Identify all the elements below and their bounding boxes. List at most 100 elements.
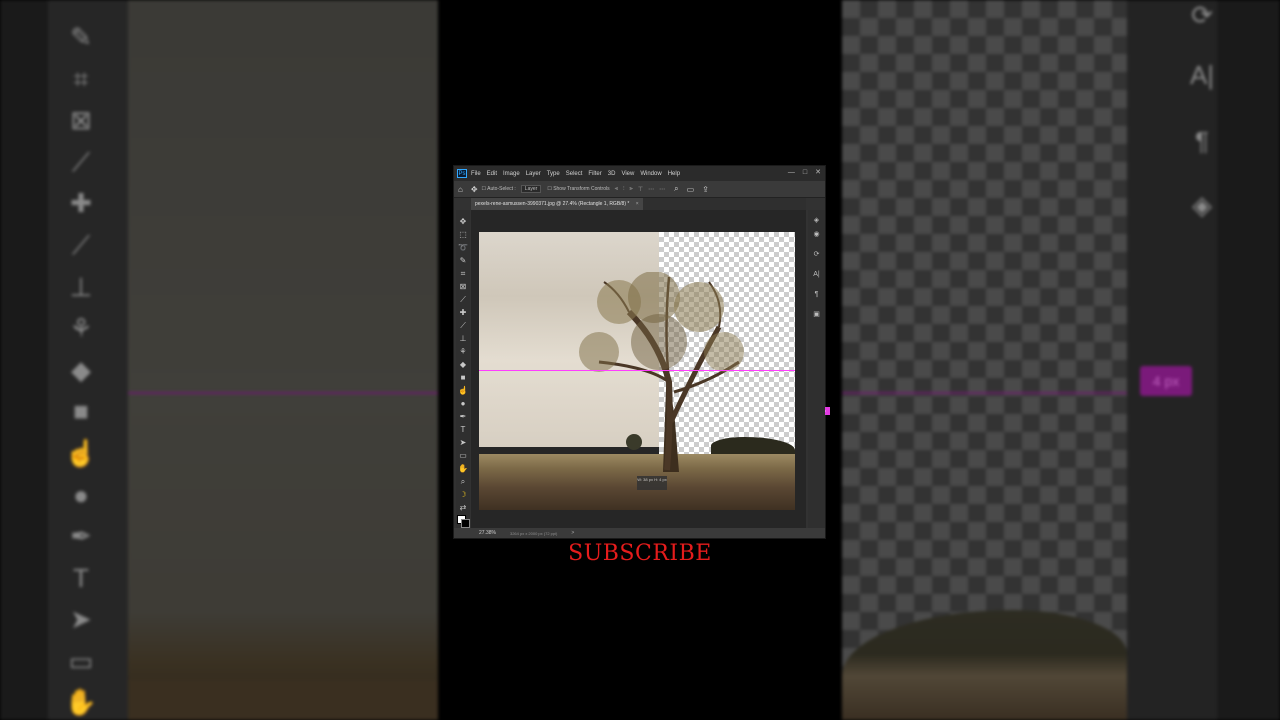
auto-select-checkbox[interactable]: ☐ Auto-Select : [482,186,516,192]
lasso-icon[interactable]: ➰ [456,242,470,254]
path-select-icon[interactable]: ➤ [456,437,470,449]
background-left: ✎ ⌗ ⊠ ⟋ ✚ ⟋ ⊥ ⚘ ◆ ■ ☝ ● ✒ T ➤ ▭ ✋ [0,0,438,720]
align-right-icon[interactable]: ⫸ [630,186,633,193]
maximize-button[interactable]: □ [803,168,807,178]
bg-gradient-icon: ■ [73,396,89,426]
zoom-level[interactable]: 27.38% [479,530,496,536]
align-center-icon[interactable]: ⫶ [623,186,625,193]
show-transform-label: Show Transform Controls [553,186,610,192]
menu-select[interactable]: Select [566,171,583,177]
minimize-button[interactable]: — [788,168,795,178]
character-icon[interactable]: A| [808,268,825,282]
document-size: 3264 px x 2000 px (72 ppi) [509,530,558,536]
distribute-icon[interactable]: ⋯ [648,186,654,193]
bg-rectangle-icon: ▭ [68,646,94,676]
bg-right-panel [1127,0,1217,720]
marquee-icon[interactable]: ⬚ [456,229,470,241]
move-tool-icon[interactable]: ✥ [471,185,478,194]
bg-healing-icon: ✚ [70,188,92,218]
paragraph-icon[interactable]: ¶ [808,288,825,302]
bg-guide-line [128,392,438,394]
auto-select-label: Auto-Select : [487,186,516,192]
align-top-icon[interactable]: ⊤ [638,186,643,193]
share-icon[interactable]: ⇪ [702,185,709,194]
adjustments-icon[interactable]: ◉ [808,228,825,242]
document-tab-bar: pexels-rene-asmussen-3990371.jpg @ 27.4%… [471,198,806,210]
more-options-icon[interactable]: ⋯ [659,186,665,193]
bg-photo [128,0,438,720]
color-swatches-icon[interactable] [456,514,470,528]
bg-guide-line-right [842,392,1127,394]
pen-icon[interactable]: ✒ [456,411,470,423]
status-arrow-icon[interactable]: > [571,530,574,536]
bg-eyedropper-icon: ⟋ [71,147,91,177]
bg-stamp-icon: ⊥ [69,272,93,302]
document-tab[interactable]: pexels-rene-asmussen-3990371.jpg @ 27.4%… [471,198,643,210]
quick-select-icon[interactable]: ✎ [456,255,470,267]
frame-icon[interactable]: ⊠ [456,281,470,293]
background-right: 4 px ⟳ A| ¶ ◈ [842,0,1280,720]
zoom-icon[interactable]: ⌕ [456,476,470,488]
menu-image[interactable]: Image [503,171,520,177]
rectangle-icon[interactable]: ▭ [456,450,470,462]
bg-lasso-icon: ✎ [70,22,92,52]
search-icon[interactable]: ⌕ [674,184,678,194]
history-icon[interactable]: ⟳ [808,248,825,262]
type-icon[interactable]: T [456,424,470,436]
bg-dodge-icon: ● [73,480,89,510]
menu-edit[interactable]: Edit [487,171,497,177]
workspace-icon[interactable]: ▭ [687,185,695,194]
swap-colors-icon[interactable]: ⇄ [456,502,470,514]
eyedropper-icon[interactable]: ⟋ [456,294,470,306]
menu-file[interactable]: File [471,171,481,177]
bg-type-icon: T [73,563,89,593]
canvas-area[interactable]: W: 38 px H: 4 px 4 px [471,210,830,528]
options-bar: ⌂ ✥ ☐ Auto-Select : Layer ☐ Show Transfo… [454,181,825,198]
hand-icon[interactable]: ✋ [456,463,470,475]
status-bar: 27.38% 3264 px x 2000 px (72 ppi) > [454,528,825,538]
menu-filter[interactable]: Filter [588,171,601,177]
menu-window[interactable]: Window [640,171,661,177]
home-icon[interactable]: ⌂ [458,185,463,194]
bg-crop-icon: ⌗ [73,64,89,94]
3d-icon[interactable]: ▣ [808,308,825,322]
tab-close-icon[interactable]: × [636,201,639,207]
close-button[interactable]: ✕ [815,168,821,178]
align-left-icon[interactable]: ⫷ [615,186,618,193]
menu-help[interactable]: Help [668,171,680,177]
menu-view[interactable]: View [621,171,634,177]
stamp-icon[interactable]: ⊥ [456,333,470,345]
menu-bar: Ps File Edit Image Layer Type Select Fil… [454,166,825,181]
bg-hand-icon: ✋ [64,687,98,717]
banana-icon[interactable]: ☽ [456,489,470,501]
brush-icon[interactable]: ⟋ [456,320,470,332]
history-brush-icon[interactable]: ⚘ [456,346,470,358]
bg-character-icon: A| [1189,60,1215,90]
dodge-icon[interactable]: ● [456,398,470,410]
measure-tooltip: W: 38 px H: 4 px [637,476,667,490]
eraser-icon[interactable]: ◆ [456,359,470,371]
menu-layer[interactable]: Layer [526,171,541,177]
smudge-icon[interactable]: ☝ [456,385,470,397]
bg-3d-icon: ◈ [1192,190,1212,220]
bg-pen-icon: ✒ [70,521,92,551]
tree-image [579,272,744,472]
layers-icon[interactable]: ◈ [808,214,825,228]
bg-guide-badge: 4 px [1140,366,1192,396]
bg-ground [128,680,438,720]
crop-icon[interactable]: ⌗ [456,268,470,280]
bg-frame-icon: ⊠ [70,105,92,135]
gradient-icon[interactable]: ■ [456,372,470,384]
healing-icon[interactable]: ✚ [456,307,470,319]
window-controls: — □ ✕ [788,168,821,178]
menu-type[interactable]: Type [547,171,560,177]
tools-panel: ✥ ⬚ ➰ ✎ ⌗ ⊠ ⟋ ✚ ⟋ ⊥ ⚘ ◆ ■ ☝ ● ✒ T ➤ ▭ ✋ … [456,210,470,532]
photoshop-logo: Ps [457,169,467,178]
show-transform-checkbox[interactable]: ☐ Show Transform Controls [547,186,609,192]
auto-select-dropdown[interactable]: Layer [520,185,542,193]
move-icon[interactable]: ✥ [456,216,470,228]
document-image[interactable]: W: 38 px H: 4 px [479,232,795,510]
menu-3d[interactable]: 3D [608,171,616,177]
horizontal-guide[interactable] [479,370,795,371]
bg-brush-icon: ⟋ [71,230,91,260]
